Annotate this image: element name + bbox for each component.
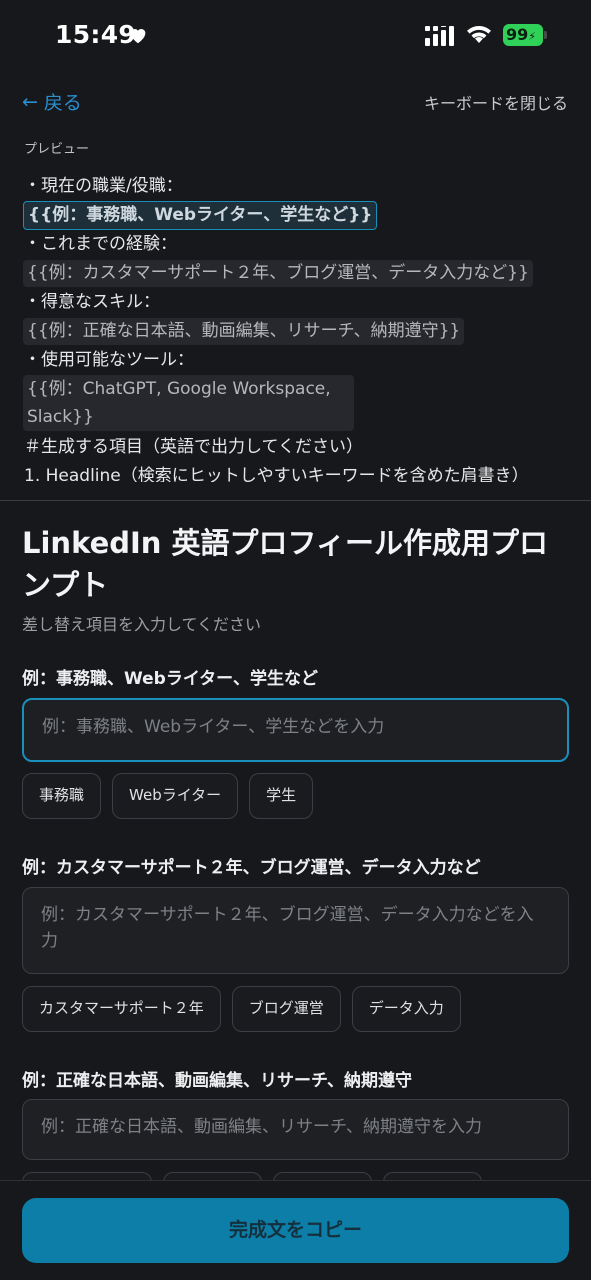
back-label: 戻る — [43, 92, 82, 114]
close-keyboard-button[interactable]: キーボードを閉じる — [424, 90, 568, 114]
wifi-icon — [467, 26, 491, 43]
field-label-occupation: 例：事務職、Webライター、学生など — [22, 669, 318, 689]
suggestion-chip[interactable]: ブログ運営 — [231, 986, 341, 1032]
back-button[interactable]: ← 戻る — [22, 88, 82, 115]
suggestion-chip[interactable]: Webライター — [112, 773, 239, 819]
preview-line: ・これまでの経験： — [24, 234, 177, 254]
field-label-skills: 例：正確な日本語、動画編集、リサーチ、納期遵守 — [22, 1071, 412, 1091]
status-bar: 15:49 99⚡ — [0, 0, 591, 70]
status-time: 15:49 — [55, 20, 137, 49]
suggestion-chip[interactable]: 事務職 — [22, 773, 102, 819]
divider — [0, 500, 591, 501]
preview-line: 1. Headline（検索にヒットしやすいキーワードを含めた肩書き） — [24, 466, 529, 482]
skills-input[interactable]: 例：正確な日本語、動画編集、リサーチ、納期遵守を入力 — [22, 1099, 569, 1160]
battery-indicator: 99⚡ — [503, 24, 547, 46]
form-title: LinkedIn 英語プロフィール作成用プロンプト — [22, 526, 548, 602]
heart-icon — [130, 29, 146, 44]
preview-line: ・現在の職業/役職： — [24, 176, 183, 196]
suggestion-chip[interactable]: カスタマーサポート２年 — [22, 986, 221, 1032]
bottom-bar: 完成文をコピー — [0, 1180, 591, 1280]
preview-placeholder[interactable]: {{例：ChatGPT, Google Workspace, Slack}} — [23, 375, 354, 431]
form-subtitle: 差し替え項目を入力してください — [22, 615, 262, 634]
preview-placeholder[interactable]: {{例：カスタマーサポート２年、ブログ運営、データ入力など}} — [23, 260, 533, 287]
occupation-suggestions: 事務職 Webライター 学生 — [22, 773, 314, 819]
suggestion-chip[interactable]: データ入力 — [351, 986, 461, 1032]
arrow-left-icon: ← — [22, 90, 38, 113]
experience-input[interactable]: 例：カスタマーサポート２年、ブログ運営、データ入力などを入力 — [22, 887, 569, 974]
charging-bolt-icon: ⚡ — [528, 30, 536, 43]
battery-level: 99 — [506, 25, 529, 44]
suggestion-chip[interactable]: 学生 — [249, 773, 314, 819]
preview-line: ・使用可能なツール： — [24, 350, 194, 370]
preview-label: プレビュー — [24, 142, 90, 157]
field-label-experience: 例：カスタマーサポート２年、ブログ運営、データ入力など — [22, 858, 481, 878]
preview-line: ＃生成する項目（英語で出力してください） — [24, 437, 363, 457]
preview-placeholder-active[interactable]: {{例：事務職、Webライター、学生など}} — [23, 201, 378, 230]
occupation-input[interactable]: 例：事務職、Webライター、学生などを入力 — [22, 698, 569, 762]
experience-suggestions: カスタマーサポート２年 ブログ運営 データ入力 — [22, 986, 461, 1032]
preview-pane[interactable]: プレビュー ・現在の職業/役職： {{例：事務職、Webライター、学生など}} … — [0, 130, 591, 482]
preview-placeholder[interactable]: {{例：正確な日本語、動画編集、リサーチ、納期遵守}} — [23, 318, 465, 345]
preview-line: ・得意なスキル： — [24, 292, 160, 312]
preview-text: ・現在の職業/役職： {{例：事務職、Webライター、学生など}} ・これまでの… — [23, 172, 584, 482]
cellular-signal-icon — [425, 26, 454, 46]
copy-completed-text-button[interactable]: 完成文をコピー — [22, 1198, 569, 1263]
